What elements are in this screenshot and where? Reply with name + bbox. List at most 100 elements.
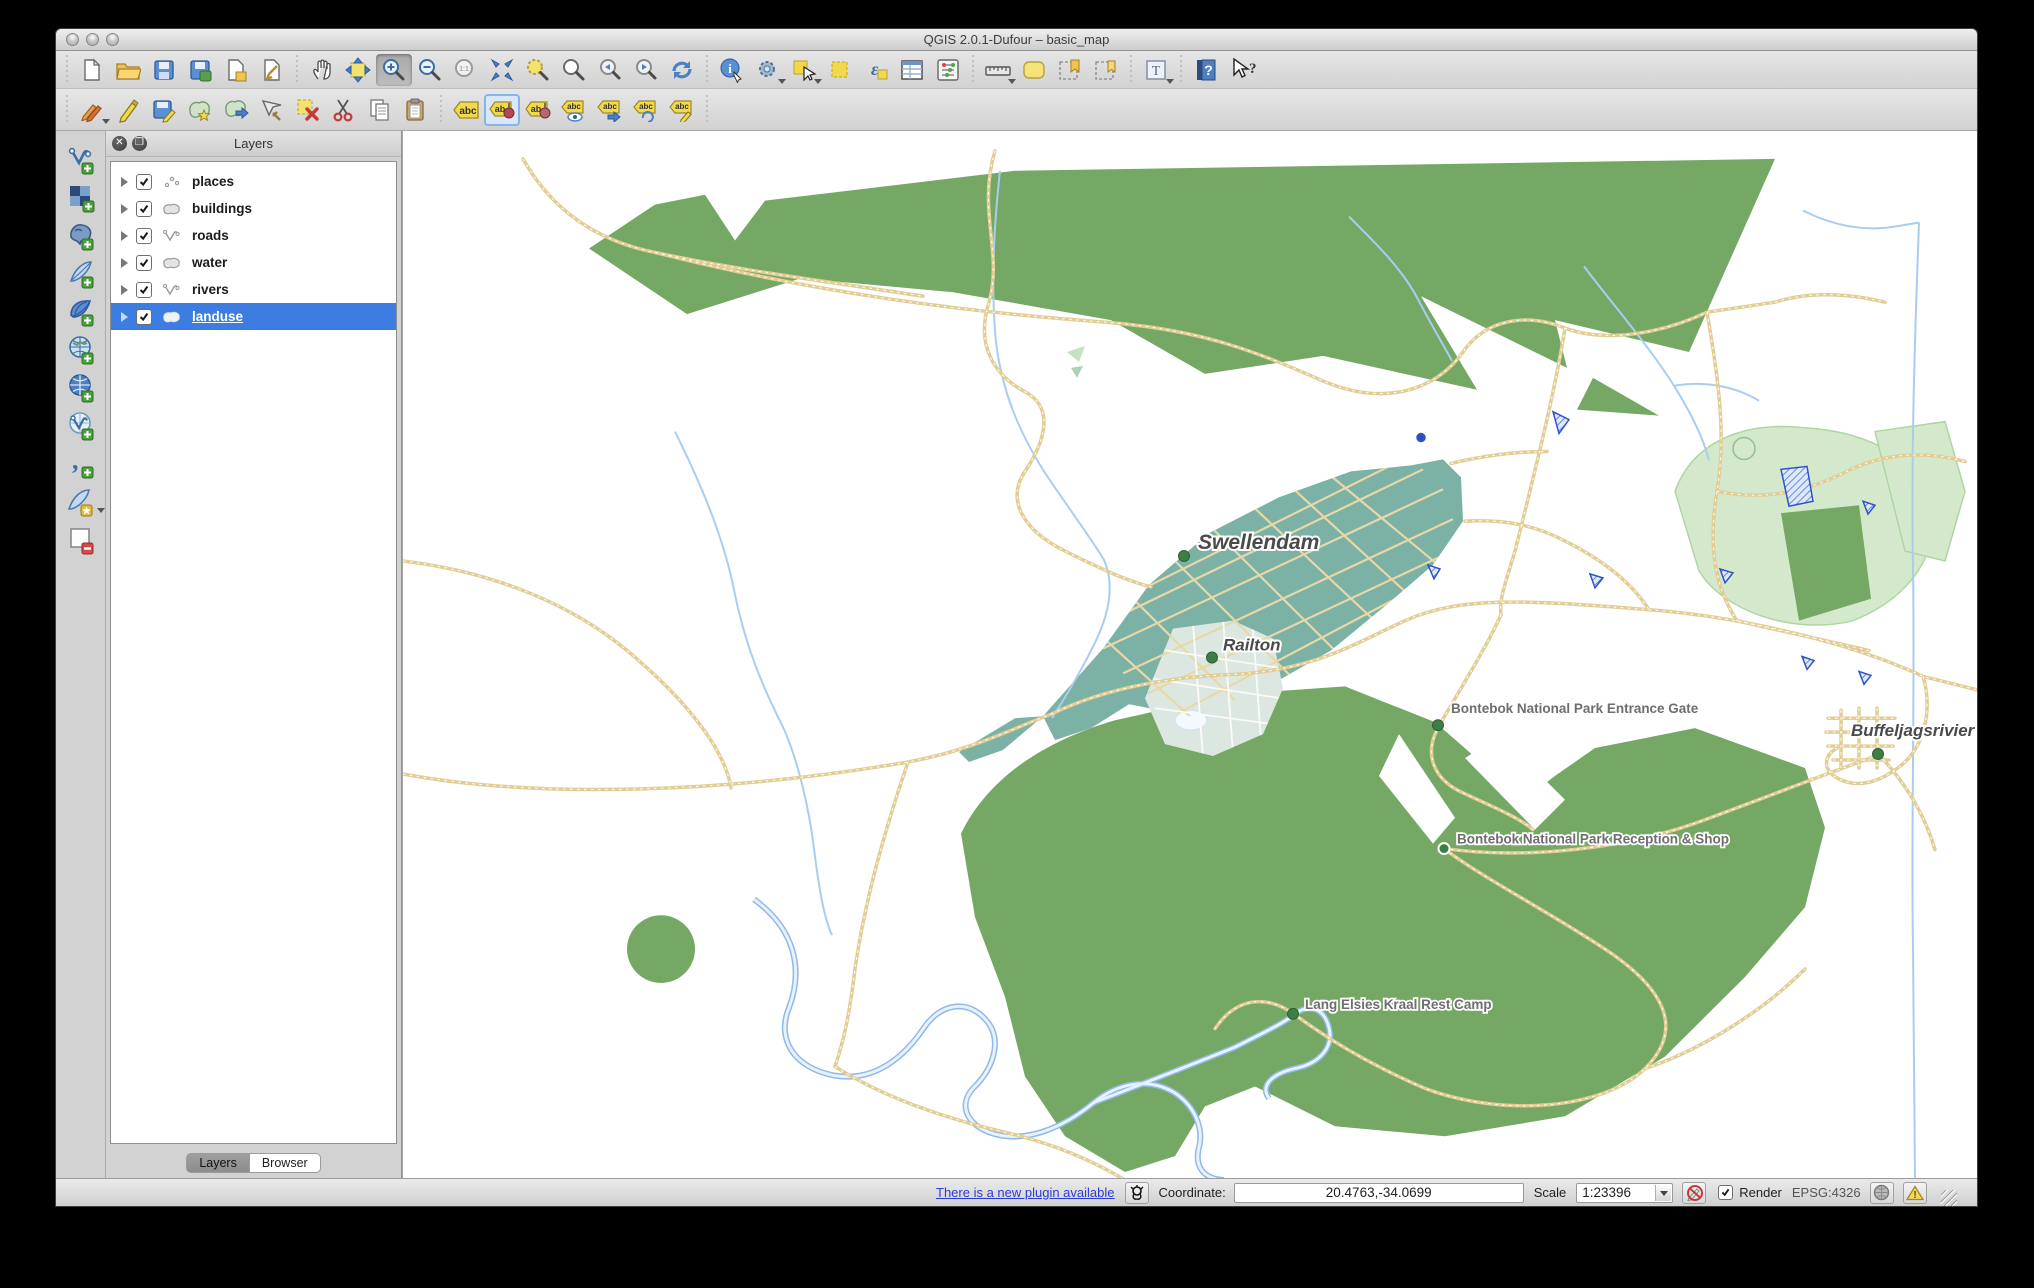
save-project-icon[interactable]: [146, 54, 182, 86]
refresh-icon[interactable]: [664, 54, 700, 86]
expand-icon[interactable]: [121, 177, 128, 187]
zoom-to-layer-icon[interactable]: [556, 54, 592, 86]
new-composer-icon[interactable]: [218, 54, 254, 86]
tab-layers[interactable]: Layers: [186, 1153, 250, 1173]
rotate-label-icon[interactable]: abc: [628, 94, 664, 126]
identify-icon[interactable]: i: [714, 54, 750, 86]
add-spatialite-layer-icon[interactable]: [61, 255, 101, 293]
save-project-as-icon[interactable]: [182, 54, 218, 86]
remove-layer-icon[interactable]: [61, 521, 101, 559]
attribute-table-icon[interactable]: [894, 54, 930, 86]
whats-this-icon[interactable]: ?: [1224, 54, 1260, 86]
deselect-all-icon[interactable]: [822, 54, 858, 86]
zoom-full-icon[interactable]: [484, 54, 520, 86]
add-wms-layer-icon[interactable]: [61, 331, 101, 369]
scale-dropdown-icon[interactable]: [1655, 1185, 1671, 1201]
crs-globe-icon[interactable]: [1870, 1182, 1894, 1204]
layer-row-rivers[interactable]: rivers: [111, 276, 396, 303]
plugin-icon[interactable]: [1125, 1182, 1149, 1204]
layer-row-landuse[interactable]: landuse: [111, 303, 396, 330]
text-annotation-icon[interactable]: T: [1138, 54, 1174, 86]
help-icon[interactable]: ?: [1188, 54, 1224, 86]
layer-row-places[interactable]: places: [111, 168, 396, 195]
zoom-last-icon[interactable]: [592, 54, 628, 86]
expand-icon[interactable]: [121, 258, 128, 268]
zoom-to-selection-icon[interactable]: [520, 54, 556, 86]
digitizing-toolbar: abc ab ab abc abc abc abc: [56, 89, 1977, 131]
open-project-icon[interactable]: [110, 54, 146, 86]
expand-icon[interactable]: [121, 231, 128, 241]
show-hide-labels-icon[interactable]: abc: [556, 94, 592, 126]
resize-grip[interactable]: [1941, 1190, 1957, 1206]
run-action-icon[interactable]: [750, 54, 786, 86]
new-project-icon[interactable]: [74, 54, 110, 86]
add-vector-layer-icon[interactable]: [61, 141, 101, 179]
layer-checkbox[interactable]: [136, 228, 152, 244]
layer-row-water[interactable]: water: [111, 249, 396, 276]
svg-text:T: T: [1152, 64, 1161, 79]
select-single-icon[interactable]: [786, 54, 822, 86]
field-calculator-icon[interactable]: [930, 54, 966, 86]
qgis-window: QGIS 2.0.1-Dufour – basic_map 1:1 i ε: [55, 28, 1978, 1207]
composer-manager-icon[interactable]: [254, 54, 290, 86]
add-delimited-text-icon[interactable]: ,: [61, 445, 101, 483]
layer-checkbox[interactable]: [136, 255, 152, 271]
move-label-icon[interactable]: abc: [592, 94, 628, 126]
delete-selected-icon[interactable]: [290, 94, 326, 126]
paste-features-icon[interactable]: [398, 94, 434, 126]
label-settings-icon[interactable]: abc: [448, 94, 484, 126]
add-wfs-layer-icon[interactable]: [61, 407, 101, 445]
highlight-pinned-icon[interactable]: ab: [520, 94, 556, 126]
add-feature-icon[interactable]: [182, 94, 218, 126]
move-feature-icon[interactable]: [218, 94, 254, 126]
message-log-icon[interactable]: !: [1903, 1182, 1927, 1204]
svg-text:,: ,: [72, 449, 79, 475]
expand-icon[interactable]: [121, 312, 128, 322]
map-tips-icon[interactable]: [1016, 54, 1052, 86]
show-bookmarks-icon[interactable]: [1088, 54, 1124, 86]
coordinate-input[interactable]: 20.4763,-34.0699: [1234, 1183, 1524, 1203]
label-entrance-gate: Bontebok National Park Entrance Gate: [1451, 701, 1699, 716]
render-checkbox[interactable]: [1718, 1185, 1733, 1200]
add-postgis-layer-icon[interactable]: [61, 217, 101, 255]
measure-icon[interactable]: [980, 54, 1016, 86]
current-edits-icon[interactable]: [74, 94, 110, 126]
zoom-native-icon[interactable]: 1:1: [448, 54, 484, 86]
cut-features-icon[interactable]: [326, 94, 362, 126]
zoom-next-icon[interactable]: [628, 54, 664, 86]
map-canvas[interactable]: Swellendam Railton Bontebok National Par…: [402, 131, 1977, 1180]
layer-checkbox[interactable]: [136, 174, 152, 190]
layer-checkbox[interactable]: [136, 282, 152, 298]
add-raster-layer-icon[interactable]: [61, 179, 101, 217]
zoom-in-icon[interactable]: [376, 54, 412, 86]
tab-browser[interactable]: Browser: [250, 1153, 321, 1173]
layer-list: places buildings roads: [110, 161, 397, 1144]
layer-checkbox[interactable]: [136, 201, 152, 217]
add-wcs-layer-icon[interactable]: [61, 369, 101, 407]
new-spatialite-layer-icon[interactable]: [61, 483, 101, 521]
copy-features-icon[interactable]: [362, 94, 398, 126]
layer-name: rivers: [192, 282, 229, 297]
stop-render-icon[interactable]: [1682, 1182, 1706, 1204]
add-mssql-layer-icon[interactable]: [61, 293, 101, 331]
layers-panel-title: Layers: [106, 136, 401, 151]
zoom-out-icon[interactable]: [412, 54, 448, 86]
expand-icon[interactable]: [121, 204, 128, 214]
save-edits-icon[interactable]: [146, 94, 182, 126]
new-bookmark-icon[interactable]: [1052, 54, 1088, 86]
node-tool-icon[interactable]: [254, 94, 290, 126]
expand-icon[interactable]: [121, 285, 128, 295]
pan-to-selection-icon[interactable]: [340, 54, 376, 86]
scale-combo[interactable]: 1:23396: [1576, 1183, 1673, 1203]
change-label-icon[interactable]: abc: [664, 94, 700, 126]
pin-labels-icon[interactable]: ab: [484, 94, 520, 126]
plugin-available-link[interactable]: There is a new plugin available: [936, 1185, 1115, 1200]
layer-row-roads[interactable]: roads: [111, 222, 396, 249]
select-expression-icon[interactable]: ε: [858, 54, 894, 86]
label-swellendam: Swellendam: [1198, 531, 1319, 554]
toggle-editing-icon[interactable]: [110, 94, 146, 126]
pan-icon[interactable]: [304, 54, 340, 86]
layer-checkbox[interactable]: [136, 309, 152, 325]
label-buffeljagsrivier: Buffeljagsrivier: [1851, 721, 1976, 740]
layer-row-buildings[interactable]: buildings: [111, 195, 396, 222]
